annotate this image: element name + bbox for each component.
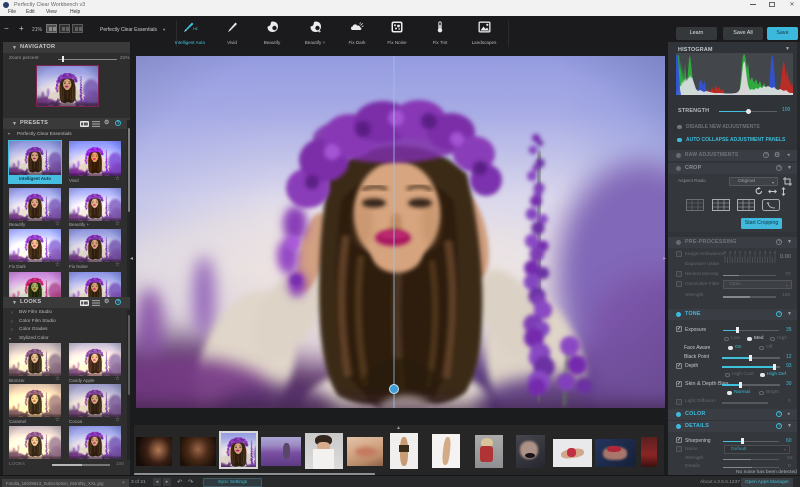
svg-text:3: 3	[764, 250, 767, 255]
svg-text:3: 3	[734, 250, 737, 255]
svg-text:5: 5	[774, 250, 777, 255]
svg-text:0: 0	[749, 250, 752, 255]
svg-text:1: 1	[744, 250, 747, 255]
svg-text:4: 4	[769, 250, 772, 255]
svg-text:1: 1	[754, 250, 757, 255]
svg-text:5: 5	[724, 250, 727, 255]
svg-text:4: 4	[729, 250, 732, 255]
svg-text:2: 2	[739, 250, 742, 255]
svg-text:+: +	[318, 29, 321, 33]
svg-text:2: 2	[759, 250, 762, 255]
svg-text:HD: HD	[193, 26, 198, 31]
